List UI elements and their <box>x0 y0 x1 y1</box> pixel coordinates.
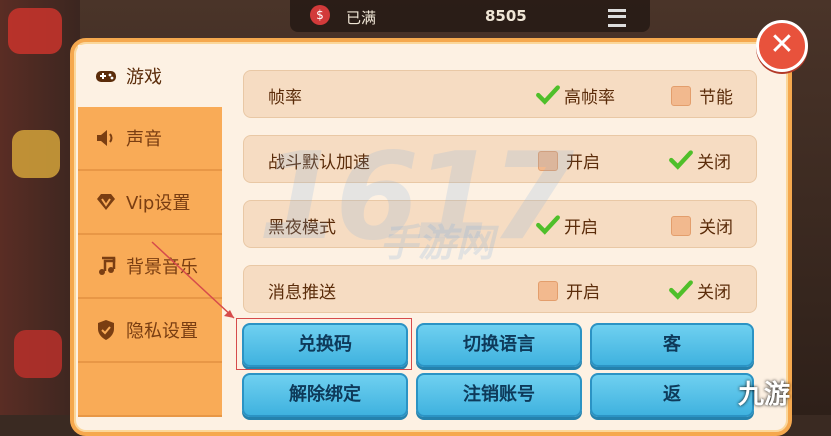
sidebar-item-game[interactable]: 游戏 <box>78 45 222 107</box>
option-high-framerate[interactable]: 高帧率 <box>536 83 615 108</box>
switch-language-button[interactable]: 切换语言 <box>416 323 582 367</box>
checkbox-icon[interactable] <box>671 215 691 236</box>
menu-icon[interactable] <box>608 9 626 27</box>
back-button[interactable]: 返 <box>590 373 754 417</box>
sidebar-item-sound[interactable]: 声音 <box>78 107 222 171</box>
checkbox-icon[interactable] <box>671 85 691 106</box>
option-label: 关闭 <box>697 153 731 173</box>
checkbox-checked-icon[interactable] <box>669 279 693 300</box>
unbind-button[interactable]: 解除绑定 <box>242 373 408 417</box>
sidebar-item-label: Vip设置 <box>126 193 191 214</box>
option-label: 开启 <box>566 283 600 303</box>
background-icon <box>14 330 62 378</box>
option-label: 高帧率 <box>564 88 615 108</box>
setting-row-push-notifications: 消息推送 开启 关闭 <box>243 265 757 313</box>
gem-icon: $ <box>310 5 330 25</box>
sidebar-item-label: 游戏 <box>126 67 162 88</box>
close-button[interactable]: ✕ <box>756 20 808 72</box>
option-power-save[interactable]: 节能 <box>671 83 733 108</box>
sidebar-empty-slot <box>78 363 222 417</box>
option-label: 节能 <box>699 88 733 108</box>
corner-logo: 九游 <box>738 380 791 410</box>
setting-label: 消息推送 <box>268 283 336 303</box>
option-off[interactable]: 关闭 <box>671 213 733 238</box>
checkbox-checked-icon[interactable] <box>536 84 560 105</box>
sidebar-item-vip[interactable]: Vip设置 <box>78 171 222 235</box>
watermark-text: 手游网 <box>380 221 495 265</box>
customer-service-button[interactable]: 客 <box>590 323 754 367</box>
gamepad-icon <box>94 64 118 88</box>
option-label: 开启 <box>564 218 598 238</box>
score-text: 8505 <box>485 7 527 25</box>
option-label: 关闭 <box>699 218 733 238</box>
cancel-account-button[interactable]: 注销账号 <box>416 373 582 417</box>
sidebar-item-label: 声音 <box>126 129 162 150</box>
shield-check-icon <box>94 318 118 342</box>
music-note-icon <box>94 254 118 278</box>
background-avatar <box>8 8 62 54</box>
option-label: 关闭 <box>697 283 731 303</box>
speaker-icon <box>94 126 118 150</box>
setting-label: 帧率 <box>268 88 302 108</box>
checkbox-icon[interactable] <box>538 280 558 301</box>
background-icon <box>12 130 60 178</box>
option-off[interactable]: 关闭 <box>669 148 731 173</box>
settings-sidebar: 游戏 声音 Vip设置 背景音乐 隐私设置 <box>78 45 222 417</box>
annotation-highlight-box <box>236 318 412 370</box>
option-label: 开启 <box>566 153 600 173</box>
option-off[interactable]: 关闭 <box>669 278 731 303</box>
top-status-bar: $ 已满 8505 <box>290 0 650 32</box>
option-on[interactable]: 开启 <box>538 278 600 303</box>
checkbox-checked-icon[interactable] <box>669 149 693 170</box>
setting-row-framerate: 帧率 高帧率 节能 <box>243 70 757 118</box>
status-text: 已满 <box>346 9 377 27</box>
annotation-arrow <box>151 241 235 319</box>
diamond-icon <box>94 190 118 214</box>
